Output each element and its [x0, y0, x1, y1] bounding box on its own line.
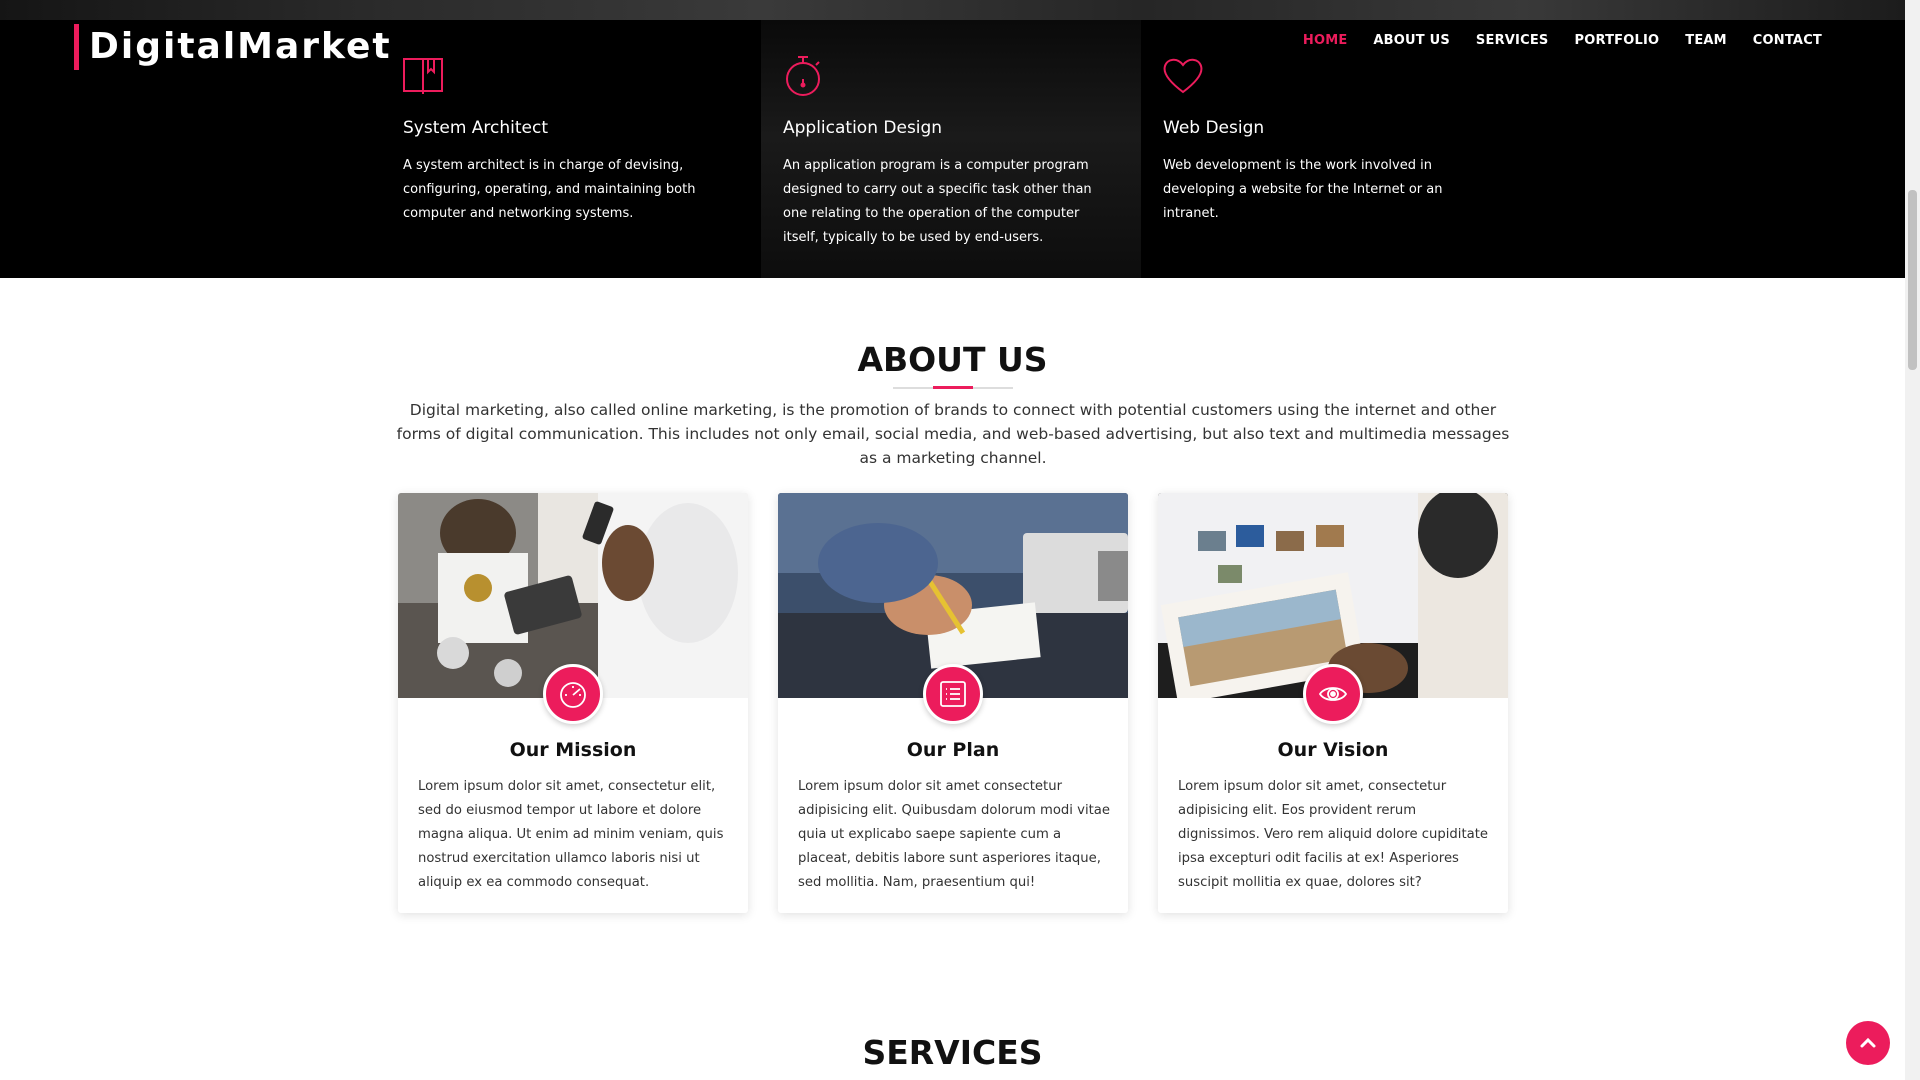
hero-background-strip — [0, 0, 1905, 20]
card-text: Lorem ipsum dolor sit amet, consectetur … — [1178, 779, 1488, 890]
heart-icon — [1163, 58, 1203, 94]
card-title: Our Plan — [906, 739, 1000, 761]
chevron-up-icon — [1860, 1037, 1876, 1048]
feature-text: A system architect is in charge of devis… — [403, 158, 696, 221]
about-title: ABOUT US — [857, 340, 1048, 379]
feature-text: Web development is the work involved in … — [1163, 158, 1443, 221]
card-our-mission: Our Mission Lorem ipsum dolor sit amet, … — [398, 493, 748, 913]
feature-title: Web Design — [1163, 118, 1265, 138]
nav-item-contact[interactable]: CONTACT — [1753, 33, 1822, 48]
feature-title: System Architect — [403, 118, 549, 138]
feature-system-architect: System Architect A system architect is i… — [381, 20, 761, 278]
feature-title: Application Design — [783, 118, 943, 138]
mission-badge — [543, 664, 603, 724]
feature-application-design: Application Design An application progra… — [761, 20, 1141, 278]
list-icon — [940, 681, 966, 707]
card-our-plan: Our Plan Lorem ipsum dolor sit amet cons… — [778, 493, 1128, 913]
speedometer-icon — [560, 682, 586, 708]
feature-web-design: Web Design Web development is the work i… — [1141, 20, 1521, 278]
card-text: Lorem ipsum dolor sit amet, consectetur … — [418, 779, 724, 890]
stopwatch-icon — [786, 56, 820, 96]
eye-icon — [1318, 687, 1348, 701]
brand-logo[interactable]: DigitalMarket — [74, 24, 392, 70]
card-our-vision: Our Vision Lorem ipsum dolor sit amet, c… — [1158, 493, 1508, 913]
book-icon — [403, 58, 443, 94]
vision-badge — [1303, 664, 1363, 724]
services-title: SERVICES — [862, 1033, 1043, 1072]
about-text: Digital marketing, also called online ma… — [396, 401, 1510, 467]
back-to-top-button[interactable] — [1846, 1021, 1890, 1065]
nav-item-portfolio[interactable]: PORTFOLIO — [1574, 33, 1659, 48]
card-title: Our Vision — [1277, 739, 1389, 761]
feature-text: An application program is a computer pro… — [783, 158, 1092, 245]
scrollbar-thumb[interactable] — [1908, 190, 1917, 370]
page-scrollbar[interactable] — [1905, 0, 1920, 1080]
nav-item-team[interactable]: TEAM — [1685, 33, 1727, 48]
plan-badge — [923, 664, 983, 724]
title-divider — [893, 386, 1013, 389]
card-text: Lorem ipsum dolor sit amet consectetur a… — [798, 779, 1110, 890]
card-title: Our Mission — [509, 739, 637, 761]
